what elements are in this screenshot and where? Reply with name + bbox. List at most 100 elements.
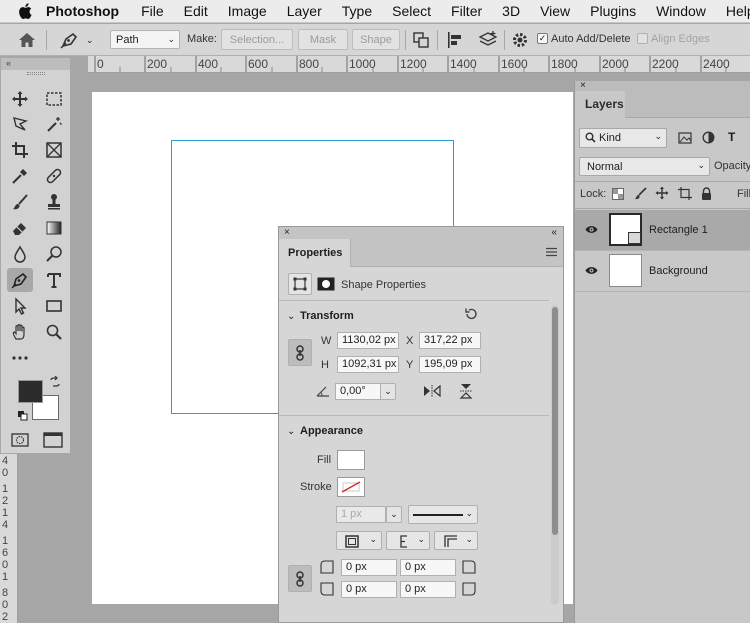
visibility-eye-icon[interactable]: [585, 225, 598, 237]
selection-button[interactable]: Selection...: [221, 29, 293, 50]
more-tools-icon[interactable]: [7, 346, 33, 370]
auto-add-delete-checkbox[interactable]: ✓: [537, 33, 548, 44]
stroke-type-dropdown[interactable]: ⌄: [408, 505, 478, 524]
eraser-tool-icon[interactable]: [7, 216, 33, 240]
screen-mode-icon[interactable]: [43, 432, 63, 451]
shape-button[interactable]: Shape: [352, 29, 400, 50]
path-operations-icon[interactable]: [412, 31, 430, 52]
tools-panel-collapse-icon[interactable]: «: [1, 58, 70, 70]
menu-select[interactable]: Select: [392, 3, 431, 19]
hand-tool-icon[interactable]: [7, 320, 33, 344]
rectangle-tool-icon[interactable]: [41, 294, 67, 318]
y-position-field[interactable]: 195,09 px: [419, 356, 481, 373]
tools-grip-icon[interactable]: [27, 72, 45, 75]
stroke-align-dropdown[interactable]: ⌄: [336, 531, 382, 550]
lock-artboard-icon[interactable]: [678, 187, 692, 203]
magic-wand-tool-icon[interactable]: [41, 112, 67, 136]
corner-radius-top-right-field[interactable]: 0 px: [400, 559, 456, 576]
menu-filter[interactable]: Filter: [451, 3, 482, 19]
brush-tool-icon[interactable]: [7, 190, 33, 214]
filter-type-icon[interactable]: T: [728, 130, 735, 144]
link-corners-icon[interactable]: [288, 565, 312, 592]
clone-stamp-tool-icon[interactable]: [41, 190, 67, 214]
menu-image[interactable]: Image: [228, 3, 267, 19]
pen-tool-button-icon[interactable]: [7, 268, 33, 292]
filter-adjustment-icon[interactable]: [702, 131, 715, 147]
corner-radius-top-left-field[interactable]: 0 px: [341, 559, 397, 576]
gradient-tool-icon[interactable]: [41, 216, 67, 240]
flip-vertical-icon[interactable]: [459, 383, 473, 402]
stroke-corners-dropdown[interactable]: ⌄: [434, 531, 478, 550]
move-tool-icon[interactable]: [7, 87, 33, 111]
apple-menu-icon[interactable]: [18, 3, 32, 19]
menu-type[interactable]: Type: [342, 3, 372, 19]
collapse-transform-chevron-icon[interactable]: ⌄: [287, 311, 295, 322]
corner-radius-bottom-right-field[interactable]: 0 px: [400, 581, 456, 598]
marquee-tool-icon[interactable]: [41, 87, 67, 111]
frame-tool-icon[interactable]: [41, 138, 67, 162]
collapse-panel-icon[interactable]: «: [551, 227, 557, 238]
stroke-width-chevron-icon[interactable]: ⌄: [386, 506, 402, 523]
menu-view[interactable]: View: [540, 3, 570, 19]
lock-position-icon[interactable]: [655, 186, 669, 203]
foreground-color-swatch[interactable]: [18, 380, 43, 403]
stroke-color-swatch[interactable]: [337, 477, 365, 497]
mask-properties-icon[interactable]: [317, 277, 335, 294]
layer-row[interactable]: Background: [575, 251, 750, 292]
fill-color-swatch[interactable]: [337, 450, 365, 470]
path-arrangement-icon[interactable]: [478, 30, 498, 53]
mask-button[interactable]: Mask: [298, 29, 348, 50]
lock-transparent-pixels-icon[interactable]: [612, 188, 624, 203]
default-colors-icon[interactable]: [17, 410, 29, 425]
width-field[interactable]: 1130,02 px: [337, 332, 399, 349]
path-alignment-icon[interactable]: [446, 31, 464, 52]
corner-radius-bottom-left-field[interactable]: 0 px: [341, 581, 397, 598]
blur-tool-icon[interactable]: [7, 242, 33, 266]
lock-image-pixels-icon[interactable]: [634, 187, 647, 203]
layer-filter-select[interactable]: Kind ⌄: [579, 128, 667, 148]
angle-field[interactable]: 0,00°: [335, 383, 383, 400]
height-field[interactable]: 1092,31 px: [337, 356, 399, 373]
type-tool-icon[interactable]: [41, 268, 67, 292]
collapse-appearance-chevron-icon[interactable]: ⌄: [287, 426, 295, 437]
tab-properties[interactable]: Properties: [279, 239, 351, 267]
swap-colors-icon[interactable]: [49, 375, 61, 391]
properties-scrollbar-thumb[interactable]: [552, 307, 558, 535]
tool-preset-chevron-icon[interactable]: ⌄: [86, 35, 94, 46]
dodge-tool-icon[interactable]: [41, 242, 67, 266]
zoom-tool-icon[interactable]: [41, 320, 67, 344]
filter-pixel-icon[interactable]: [678, 132, 692, 147]
gear-icon[interactable]: [511, 31, 529, 52]
home-icon[interactable]: [18, 32, 36, 51]
healing-brush-tool-icon[interactable]: [41, 164, 67, 188]
lasso-tool-icon[interactable]: [7, 112, 33, 136]
blend-mode-select[interactable]: Normal ⌄: [579, 157, 710, 176]
stroke-width-field[interactable]: 1 px: [336, 506, 386, 523]
menu-file[interactable]: File: [141, 3, 164, 19]
close-panel-icon[interactable]: ×: [284, 227, 290, 238]
menu-plugins[interactable]: Plugins: [590, 3, 636, 19]
lock-all-icon[interactable]: [701, 187, 712, 203]
reset-transform-icon[interactable]: [464, 307, 478, 324]
menu-app[interactable]: Photoshop: [46, 3, 119, 19]
link-dimensions-icon[interactable]: [288, 339, 312, 366]
close-panel-icon[interactable]: ×: [580, 80, 586, 91]
menu-help[interactable]: Help: [726, 3, 750, 19]
visibility-eye-icon[interactable]: [585, 266, 598, 278]
tab-layers[interactable]: Layers: [575, 91, 625, 118]
angle-dropdown-chevron-icon[interactable]: ⌄: [380, 383, 396, 400]
menu-layer[interactable]: Layer: [287, 3, 322, 19]
panel-menu-icon[interactable]: [546, 247, 557, 260]
path-selection-tool-icon[interactable]: [7, 294, 33, 318]
pen-tool-icon[interactable]: [60, 31, 80, 52]
menu-window[interactable]: Window: [656, 3, 706, 19]
stroke-caps-dropdown[interactable]: ⌄: [386, 531, 430, 550]
menu-3d[interactable]: 3D: [502, 3, 520, 19]
eyedropper-tool-icon[interactable]: [7, 164, 33, 188]
quick-mask-icon[interactable]: [11, 432, 29, 451]
align-edges-checkbox[interactable]: [637, 33, 648, 44]
x-position-field[interactable]: 317,22 px: [419, 332, 481, 349]
menu-edit[interactable]: Edit: [184, 3, 208, 19]
path-mode-select[interactable]: Path ⌄: [110, 30, 180, 49]
layer-row[interactable]: Rectangle 1: [575, 210, 750, 251]
